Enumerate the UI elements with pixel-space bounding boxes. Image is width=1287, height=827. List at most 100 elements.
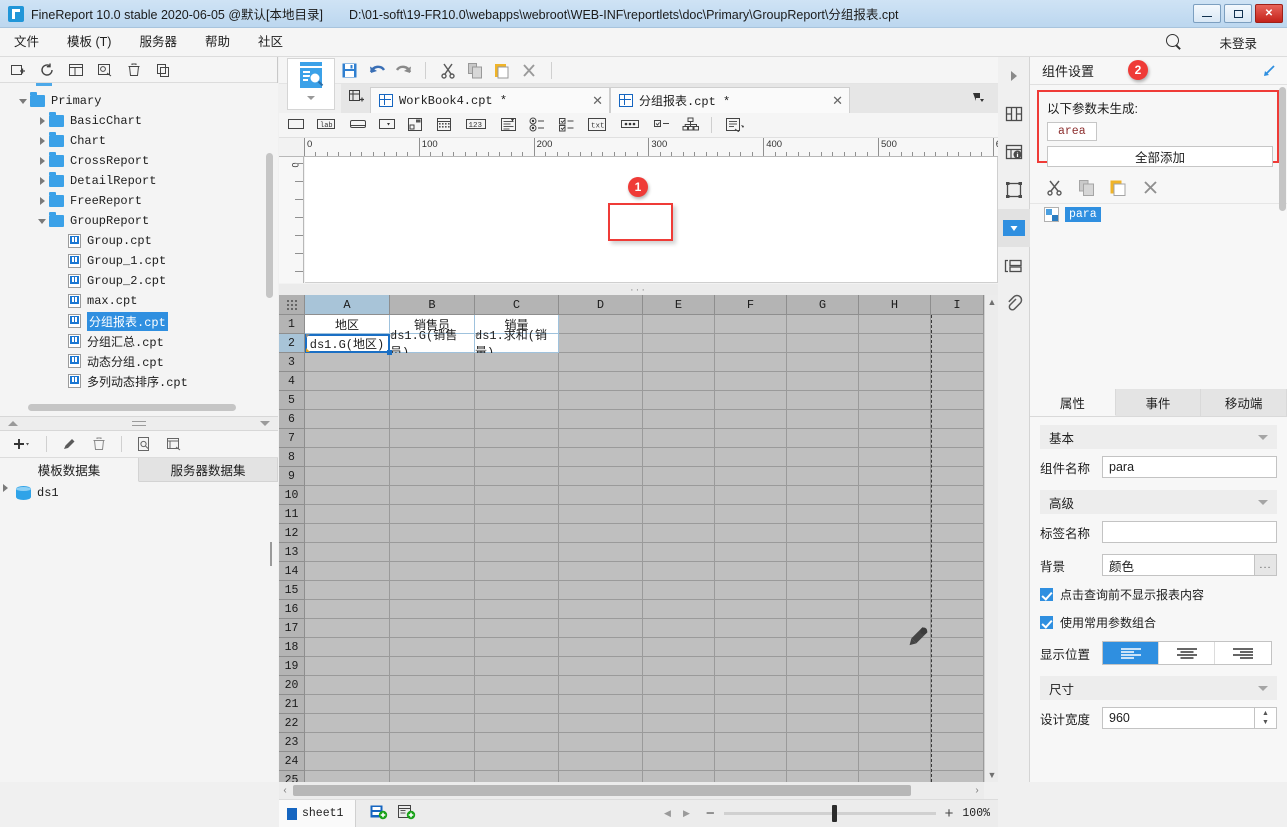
column-header[interactable]: E xyxy=(643,295,715,315)
checkbox-icon[interactable] xyxy=(653,117,669,133)
align-right-button[interactable] xyxy=(1215,642,1271,664)
grid-cell[interactable] xyxy=(931,410,984,429)
grid-cell[interactable] xyxy=(559,391,643,410)
tree-node[interactable]: Group_2.cpt xyxy=(0,271,278,291)
grid-cell[interactable] xyxy=(643,752,715,771)
grid-cell[interactable] xyxy=(787,581,859,600)
grid-cell[interactable] xyxy=(715,429,787,448)
grid-cell[interactable] xyxy=(931,467,984,486)
row-header[interactable]: 20 xyxy=(279,676,305,695)
checkbox-hide-before-query[interactable]: 点击查询前不显示报表内容 xyxy=(1040,580,1277,608)
zoom-slider-knob[interactable] xyxy=(831,805,837,822)
chevron-right-icon[interactable] xyxy=(37,115,49,127)
grid-cell[interactable] xyxy=(715,467,787,486)
grid-cell[interactable] xyxy=(931,771,984,782)
grid-cell[interactable] xyxy=(787,695,859,714)
edit-icon[interactable] xyxy=(61,436,77,452)
grid-cell[interactable] xyxy=(787,524,859,543)
checkbox-icon[interactable] xyxy=(1040,615,1053,629)
grid-cell[interactable] xyxy=(715,391,787,410)
section-advanced[interactable]: 高级 xyxy=(1040,490,1277,514)
grid-cell[interactable] xyxy=(787,505,859,524)
grid-cell[interactable] xyxy=(643,315,715,334)
grid-cell[interactable] xyxy=(787,353,859,372)
grid-cell[interactable] xyxy=(643,657,715,676)
row-header[interactable]: 10 xyxy=(279,486,305,505)
grid-cell[interactable] xyxy=(787,543,859,562)
grid-cell[interactable]: 地区 xyxy=(305,315,390,334)
grid-cell[interactable] xyxy=(305,372,390,391)
grid-cell[interactable] xyxy=(931,334,984,353)
parameter-pane[interactable]: 0 1 xyxy=(279,157,998,287)
grid-cell[interactable] xyxy=(715,315,787,334)
redo-icon[interactable] xyxy=(395,62,412,78)
grid-cell[interactable] xyxy=(643,429,715,448)
preview-icon[interactable] xyxy=(136,436,152,452)
grid-cell[interactable] xyxy=(931,486,984,505)
grid-cell[interactable] xyxy=(305,448,390,467)
row-header[interactable]: 9 xyxy=(279,467,305,486)
grid-cell[interactable] xyxy=(859,581,931,600)
menu-item-community[interactable]: 社区 xyxy=(244,28,297,57)
grid-cell[interactable] xyxy=(715,505,787,524)
parameter-canvas[interactable]: 1 xyxy=(305,157,998,283)
chevron-down-icon[interactable] xyxy=(307,96,315,100)
grid-cell[interactable] xyxy=(859,543,931,562)
grid-cell[interactable] xyxy=(643,733,715,752)
grid-cell[interactable] xyxy=(787,638,859,657)
grid-cell[interactable] xyxy=(305,771,390,782)
grid-cell[interactable] xyxy=(715,334,787,353)
grid-cell[interactable] xyxy=(559,410,643,429)
grid-cell[interactable] xyxy=(715,562,787,581)
grid-cell[interactable] xyxy=(390,581,475,600)
grid-cell[interactable] xyxy=(787,372,859,391)
column-header[interactable]: A xyxy=(305,295,390,315)
grid-cell[interactable] xyxy=(559,695,643,714)
grid-cell[interactable] xyxy=(559,619,643,638)
add-icon[interactable] xyxy=(12,436,32,452)
cell-grid[interactable]: 地区销售员销量ds1.G(地区)ds1.G(销售员)ds1.求和(销量) xyxy=(305,315,984,782)
tree-node[interactable]: max.cpt xyxy=(0,291,278,311)
grid-cell[interactable] xyxy=(390,391,475,410)
hscroll-thumb[interactable] xyxy=(293,785,911,796)
grid-cell[interactable] xyxy=(559,524,643,543)
grid-cell[interactable] xyxy=(390,733,475,752)
align-center-button[interactable] xyxy=(1159,642,1215,664)
grid-cell[interactable] xyxy=(390,714,475,733)
grid-cell[interactable] xyxy=(715,771,787,782)
grid-cell[interactable] xyxy=(931,448,984,467)
grid-cell[interactable] xyxy=(859,714,931,733)
grid-cell[interactable] xyxy=(305,410,390,429)
grid-cell[interactable] xyxy=(559,714,643,733)
background-more-button[interactable]: ... xyxy=(1255,554,1277,576)
grid-cell[interactable] xyxy=(475,543,559,562)
grid-cell[interactable] xyxy=(475,619,559,638)
grid-cell[interactable] xyxy=(859,771,931,782)
grid-cell[interactable] xyxy=(475,657,559,676)
row-header[interactable]: 8 xyxy=(279,448,305,467)
grid-cell[interactable] xyxy=(715,676,787,695)
close-button[interactable]: ✕ xyxy=(1255,4,1283,23)
component-name-input[interactable]: para xyxy=(1102,456,1277,478)
tree-node[interactable]: DetailReport xyxy=(0,171,278,191)
grid-cell[interactable] xyxy=(643,391,715,410)
grid-cell[interactable] xyxy=(390,562,475,581)
design-width-input[interactable]: 960 xyxy=(1102,707,1255,729)
grid-cell[interactable] xyxy=(559,334,643,353)
scroll-up-arrow[interactable]: ▲ xyxy=(985,295,999,309)
grid-cell[interactable] xyxy=(390,467,475,486)
grid-cell[interactable] xyxy=(475,486,559,505)
grid-cell[interactable] xyxy=(559,771,643,782)
row-header[interactable]: 17 xyxy=(279,619,305,638)
grid-cell[interactable] xyxy=(715,619,787,638)
grid-cell[interactable] xyxy=(305,391,390,410)
grid-cell[interactable] xyxy=(787,429,859,448)
number-icon[interactable]: 123 xyxy=(465,117,487,133)
grid-cell[interactable] xyxy=(643,353,715,372)
grid-cell[interactable] xyxy=(559,505,643,524)
grid-cell[interactable] xyxy=(643,600,715,619)
new-folder-icon[interactable] xyxy=(10,62,26,78)
row-header[interactable]: 2 xyxy=(279,334,305,353)
grid-cell[interactable] xyxy=(931,353,984,372)
refresh-icon[interactable] xyxy=(39,62,55,78)
